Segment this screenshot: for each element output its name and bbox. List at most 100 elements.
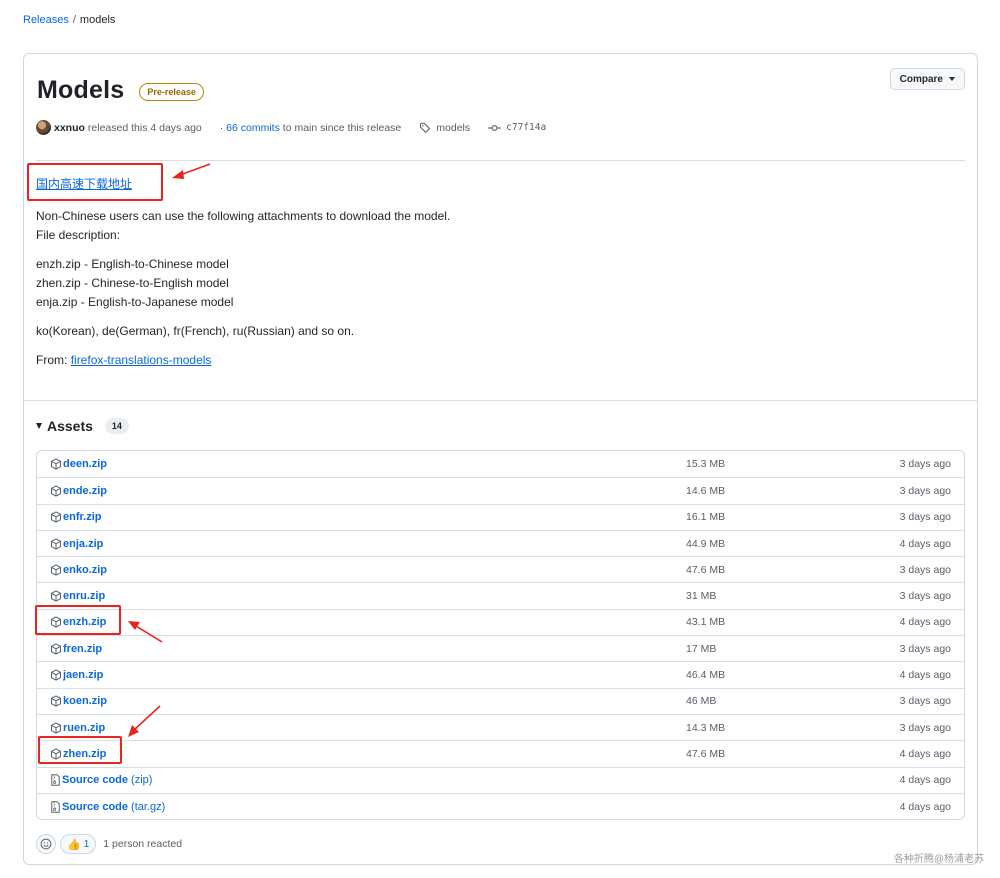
commits-prefix: ·	[219, 121, 224, 134]
tag-name: models	[436, 121, 471, 134]
asset-date: 3 days ago	[899, 721, 951, 734]
asset-size: 46.4 MB	[686, 669, 726, 682]
caret-down-icon	[949, 77, 955, 81]
asset-download-link[interactable]: deen.zip	[50, 458, 107, 470]
tag-icon	[420, 122, 431, 133]
asset-row: Source code (tar.gz) 4 days ago	[37, 792, 964, 819]
asset-date: 3 days ago	[899, 563, 951, 576]
annotation-box-zhen	[38, 736, 122, 764]
breadcrumb-separator: /	[72, 14, 76, 26]
asset-row: ende.zip 14.6 MB 3 days ago	[37, 477, 964, 503]
asset-name: Source code	[62, 800, 129, 813]
package-icon	[50, 537, 62, 550]
annotation-arrow-icon	[128, 621, 163, 643]
asset-name: koen.zip	[63, 695, 108, 708]
asset-download-link[interactable]: enfr.zip	[50, 511, 102, 523]
asset-name-suffix: (tar.gz)	[131, 800, 166, 813]
breadcrumb-current: models	[79, 14, 116, 26]
thumbs-up-icon: 👍	[67, 838, 81, 851]
asset-size: 47.6 MB	[686, 563, 726, 576]
assets-divider	[24, 400, 977, 401]
asset-download-link[interactable]: fren.zip	[50, 643, 102, 655]
release-notes: 国内高速下载地址 Non-Chinese users can use the f…	[36, 171, 936, 370]
asset-date: 4 days ago	[899, 800, 951, 813]
asset-name: enja.zip	[63, 537, 104, 550]
package-icon	[50, 564, 62, 576]
asset-download-link[interactable]: enja.zip	[50, 538, 103, 550]
tag-link[interactable]: models	[419, 122, 470, 134]
annotation-box-enzh	[35, 605, 121, 635]
release-header: Models Pre-release	[37, 76, 204, 105]
package-icon	[50, 669, 62, 681]
asset-download-link[interactable]: ruen.zip	[50, 722, 105, 734]
asset-size: 43.1 MB	[686, 616, 726, 629]
breadcrumb: Releases / models	[23, 14, 115, 26]
reactions-summary: 1 person reacted	[103, 838, 183, 850]
annotation-box-mirror-link	[27, 163, 163, 201]
asset-name: Source code	[62, 774, 129, 787]
asset-row: enfr.zip 16.1 MB 3 days ago	[37, 503, 964, 530]
asset-download-link[interactable]: Source code (tar.gz)	[50, 801, 165, 813]
package-icon	[50, 643, 62, 655]
asset-download-link[interactable]: koen.zip	[50, 695, 107, 707]
asset-row: koen.zip 46 MB 3 days ago	[37, 687, 964, 714]
asset-name: deen.zip	[63, 458, 108, 471]
assets-list: deen.zip 15.3 MB 3 days ago ende.zip 14.6 MB…	[36, 450, 965, 821]
asset-name: ende.zip	[63, 484, 108, 497]
asset-date: 4 days ago	[899, 774, 951, 787]
asset-row: jaen.zip 46.4 MB 4 days ago	[37, 661, 964, 687]
add-reaction-button[interactable]	[36, 834, 56, 854]
reactions-bar: 👍 1 1 person reacted	[36, 834, 182, 854]
smiley-icon	[40, 838, 52, 850]
asset-name: enfr.zip	[63, 511, 102, 524]
asset-row: ruen.zip 14.3 MB 3 days ago	[37, 713, 964, 740]
notes-line-2: File description:	[36, 228, 121, 242]
asset-date: 4 days ago	[899, 747, 951, 760]
asset-size: 14.6 MB	[686, 484, 726, 497]
asset-name: ruen.zip	[63, 721, 106, 734]
asset-date: 3 days ago	[899, 695, 951, 708]
asset-name: fren.zip	[63, 642, 103, 655]
package-icon	[50, 695, 62, 707]
package-icon	[50, 485, 62, 497]
commits-info: · 66 commits to main since this release	[220, 122, 402, 134]
asset-name: enru.zip	[63, 590, 106, 603]
notes-others: ko(Korean), de(German), fr(French), ru(R…	[36, 324, 355, 338]
released-text: released this 4 days ago	[87, 121, 202, 134]
source-repo-link[interactable]: firefox-translations-models	[71, 353, 212, 367]
asset-date: 3 days ago	[899, 484, 951, 497]
asset-row: zhen.zip 47.6 MB 4 days ago	[37, 740, 964, 766]
author-link[interactable]: xxnuo	[54, 122, 85, 134]
triangle-down-icon	[36, 423, 42, 429]
package-icon	[50, 458, 62, 470]
commits-link[interactable]: 66 commits	[226, 122, 280, 134]
asset-row: enja.zip 44.9 MB 4 days ago	[37, 529, 964, 556]
notes-from: From: firefox-translations-models	[36, 351, 936, 370]
from-label: From:	[36, 353, 68, 367]
compare-button[interactable]: Compare	[889, 68, 965, 90]
asset-date: 4 days ago	[899, 616, 951, 629]
asset-download-link[interactable]: enru.zip	[50, 590, 105, 602]
asset-row: enzh.zip 43.1 MB 4 days ago	[37, 608, 964, 635]
asset-row: enru.zip 31 MB 3 days ago	[37, 582, 964, 608]
package-icon	[50, 722, 62, 734]
asset-download-link[interactable]: Source code (zip)	[50, 774, 152, 786]
asset-download-link[interactable]: jaen.zip	[50, 669, 103, 681]
asset-download-link[interactable]: enko.zip	[50, 564, 107, 576]
asset-name: jaen.zip	[63, 669, 104, 682]
release-title[interactable]: Models	[37, 76, 124, 105]
git-commit-icon	[488, 124, 502, 131]
assets-toggle[interactable]: Assets 14	[36, 418, 129, 434]
asset-date: 3 days ago	[899, 458, 951, 471]
asset-row: fren.zip 17 MB 3 days ago	[37, 635, 964, 661]
commit-hash-link[interactable]: c77f14a	[488, 122, 546, 133]
asset-download-link[interactable]: ende.zip	[50, 485, 107, 497]
asset-date: 3 days ago	[899, 590, 951, 603]
thumbs-up-reaction-button[interactable]: 👍 1	[60, 834, 97, 854]
breadcrumb-releases-link[interactable]: Releases	[23, 14, 69, 26]
asset-size: 16.1 MB	[686, 511, 726, 524]
asset-size: 15.3 MB	[686, 458, 726, 471]
avatar[interactable]	[36, 120, 51, 135]
asset-row: deen.zip 15.3 MB 3 days ago	[37, 451, 964, 477]
assets-count-badge: 14	[104, 418, 129, 434]
